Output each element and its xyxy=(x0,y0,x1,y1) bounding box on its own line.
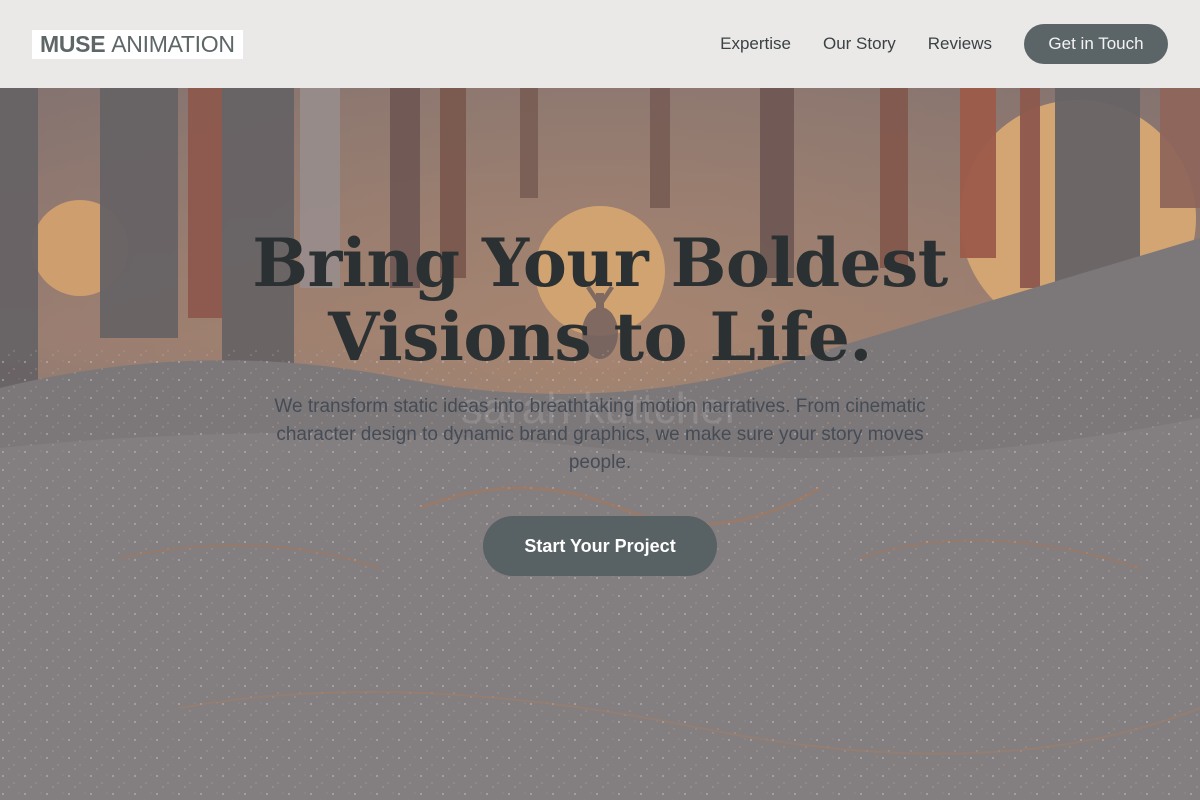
hero-title-line-2: Visions to Life. xyxy=(328,298,872,376)
logo-light-text: ANIMATION xyxy=(111,30,235,57)
main-nav: Expertise Our Story Reviews Get in Touch xyxy=(720,24,1168,64)
logo-strong-text: MUSE xyxy=(40,30,106,57)
hero-title: Bring Your Boldest Visions to Life. xyxy=(200,226,1000,374)
hero-content: Bring Your Boldest Visions to Life. We t… xyxy=(0,88,1200,800)
start-your-project-button[interactable]: Start Your Project xyxy=(483,516,717,576)
hero-title-line-1: Bring Your Boldest xyxy=(252,224,948,302)
site-header: MUSE ANIMATION Expertise Our Story Revie… xyxy=(0,0,1200,88)
page: MUSE ANIMATION Expertise Our Story Revie… xyxy=(0,0,1200,800)
nav-link-reviews[interactable]: Reviews xyxy=(928,34,992,54)
hero-section: sarah kuttcher Bring Your Boldest Vision… xyxy=(0,88,1200,800)
nav-link-our-story[interactable]: Our Story xyxy=(823,34,896,54)
nav-link-expertise[interactable]: Expertise xyxy=(720,34,791,54)
get-in-touch-button[interactable]: Get in Touch xyxy=(1024,24,1168,64)
logo[interactable]: MUSE ANIMATION xyxy=(32,29,243,59)
hero-subtitle: We transform static ideas into breathtak… xyxy=(274,396,926,473)
